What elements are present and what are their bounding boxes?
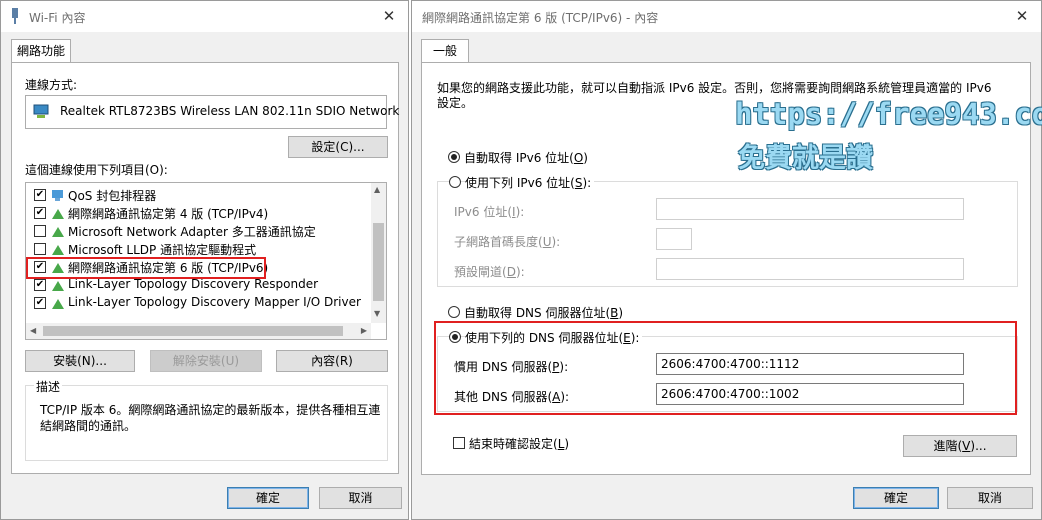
scroll-left-icon[interactable]: ◀: [30, 326, 36, 335]
networking-panel: 連線方式: Realtek RTL8723BS Wireless LAN 802…: [11, 62, 399, 474]
connect-using-label: 連線方式:: [25, 78, 78, 92]
window-title: 網際網路通訊協定第 6 版 (TCP/IPv6) - 內容: [422, 11, 659, 25]
description-label: 描述: [34, 378, 63, 395]
wifi-adapter-icon: [12, 8, 18, 24]
cancel-button[interactable]: 取消: [319, 487, 402, 509]
horizontal-scrollbar[interactable]: ◀ ▶: [26, 323, 371, 339]
tab-networking[interactable]: 網路功能: [11, 39, 71, 63]
configure-button[interactable]: 設定(C)...: [288, 136, 388, 158]
watermark-slogan: 免費就是讚: [738, 143, 873, 174]
manual-ipv6-label[interactable]: 使用下列 IPv6 位址(S):: [465, 174, 595, 191]
highlight-dns-section: [434, 321, 1017, 415]
checkbox-ipv4[interactable]: ✔: [34, 207, 46, 219]
auto-dns-radio[interactable]: [448, 306, 460, 318]
intro-line-2: 設定。: [437, 96, 474, 110]
vertical-scrollbar[interactable]: ▲ ▼: [371, 183, 386, 323]
h-scroll-thumb[interactable]: [43, 326, 343, 336]
list-item-lldp[interactable]: Microsoft LLDP 通訊協定驅動程式: [26, 240, 356, 258]
title-bar: Wi-Fi 內容 ✕: [1, 1, 408, 32]
checkbox-qos[interactable]: ✔: [34, 189, 46, 201]
uninstall-button: 解除安裝(U): [150, 350, 262, 372]
install-button[interactable]: 安裝(N)...: [25, 350, 135, 372]
list-item-qos[interactable]: ✔ QoS 封包排程器: [26, 186, 356, 204]
qos-icon: [52, 190, 63, 201]
ok-button[interactable]: 確定: [227, 487, 309, 509]
description-line-1: TCP/IP 版本 6。網際網路通訊協定的最新版本，提供各種相互連: [40, 403, 381, 417]
window-title: Wi-Fi 內容: [29, 11, 86, 25]
cancel-button[interactable]: 取消: [947, 487, 1033, 509]
auto-ipv6-label[interactable]: 自動取得 IPv6 位址(O): [464, 149, 588, 166]
adapter-name: Realtek RTL8723BS Wireless LAN 802.11n S…: [60, 104, 400, 118]
prefix-length-input: [656, 228, 692, 250]
ipv6-address-label: IPv6 位址(I):: [454, 205, 525, 219]
protocol-icon: [52, 281, 64, 291]
checkbox-lltd-mapper[interactable]: ✔: [34, 297, 46, 309]
manual-ipv6-radio[interactable]: [449, 176, 461, 188]
tab-general[interactable]: 一般: [421, 39, 469, 63]
network-adapter-icon: [33, 104, 49, 118]
protocol-icon: [52, 245, 64, 255]
items-label: 這個連線使用下列項目(O):: [25, 163, 168, 177]
auto-dns-label[interactable]: 自動取得 DNS 伺服器位址(B): [464, 304, 623, 321]
scroll-right-icon[interactable]: ▶: [361, 326, 367, 335]
properties-button[interactable]: 內容(R): [276, 350, 388, 372]
validate-checkbox[interactable]: [453, 437, 465, 449]
list-item-lltd-mapper[interactable]: ✔ Link-Layer Topology Discovery Mapper I…: [26, 294, 361, 312]
default-gateway-input: [656, 258, 964, 280]
watermark-url: https://free943.com: [735, 97, 1042, 131]
protocol-icon: [52, 209, 64, 219]
protocol-icon: [52, 299, 64, 309]
scroll-down-icon[interactable]: ▼: [374, 309, 380, 318]
title-bar: 網際網路通訊協定第 6 版 (TCP/IPv6) - 內容 ✕: [412, 1, 1041, 32]
checkbox-multiplexor[interactable]: [34, 225, 46, 237]
protocol-icon: [52, 227, 64, 237]
intro-line-1: 如果您的網路支援此功能，就可以自動指派 IPv6 設定。否則，您將需要詢問網路系…: [437, 81, 992, 95]
ok-button[interactable]: 確定: [853, 487, 939, 509]
prefix-length-label: 子網路首碼長度(U):: [454, 235, 561, 249]
ipv6-properties-window: 網際網路通訊協定第 6 版 (TCP/IPv6) - 內容 ✕ 一般 如果您的網…: [411, 0, 1042, 520]
auto-ipv6-radio[interactable]: [448, 151, 460, 163]
description-group: 描述 TCP/IP 版本 6。網際網路通訊協定的最新版本，提供各種相互連 結網路…: [25, 378, 388, 461]
default-gateway-label: 預設閘道(D):: [454, 265, 525, 279]
checkbox-lltd-responder[interactable]: ✔: [34, 279, 46, 291]
scroll-up-icon[interactable]: ▲: [374, 185, 380, 194]
validate-label[interactable]: 結束時確認設定(L): [469, 435, 569, 452]
close-icon[interactable]: ✕: [378, 5, 400, 27]
description-line-2: 結網路間的通訊。: [40, 419, 137, 433]
scroll-thumb[interactable]: [373, 223, 384, 301]
advanced-button[interactable]: 進階(V)...: [903, 435, 1017, 457]
ipv6-address-input: [656, 198, 964, 220]
manual-ip-group: 使用下列 IPv6 位址(S): IPv6 位址(I): 子網路首碼長度(U):…: [437, 174, 1018, 287]
close-icon[interactable]: ✕: [1011, 5, 1033, 27]
list-item-multiplexor[interactable]: Microsoft Network Adapter 多工器通訊協定: [26, 222, 356, 240]
list-item-ipv4[interactable]: ✔ 網際網路通訊協定第 4 版 (TCP/IPv4): [26, 204, 356, 222]
highlight-ipv6-item: [26, 257, 266, 279]
checkbox-lldp[interactable]: [34, 243, 46, 255]
adapter-box: Realtek RTL8723BS Wireless LAN 802.11n S…: [25, 95, 399, 129]
wifi-properties-window: Wi-Fi 內容 ✕ 網路功能 連線方式: Realtek RTL8723BS …: [0, 0, 409, 520]
